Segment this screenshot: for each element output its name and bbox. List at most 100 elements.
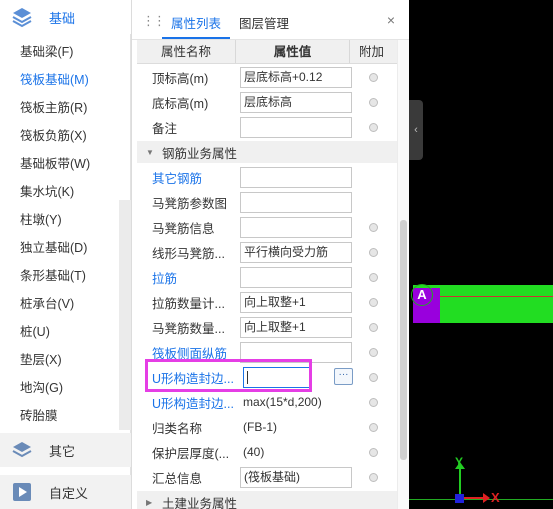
property-name-link[interactable]: U形构造封边... <box>137 393 235 412</box>
property-name-link[interactable]: 其它钢筋 <box>137 168 235 187</box>
property-name: 马凳筋数量... <box>152 322 225 336</box>
properties-panel: ⋮⋮ 属性列表 图层管理 × 属性名称 属性值 附加 顶标高(m) 层底标高+0… <box>131 0 410 509</box>
sidebar-item-pile[interactable]: 桩(U) <box>0 318 119 346</box>
ellipsis-button[interactable]: ··· <box>334 368 353 385</box>
sidebar-item-raft-negative-rebar[interactable]: 筏板负筋(X) <box>0 122 119 150</box>
property-value-field[interactable]: 平行横向受力筋 <box>240 242 352 263</box>
property-name: 备注 <box>152 122 178 136</box>
category-other[interactable]: 其它 <box>0 433 131 467</box>
property-name: 汇总信息 <box>152 472 203 486</box>
property-value-text[interactable]: (FB-1) <box>243 415 277 440</box>
property-name-link[interactable]: 拉筋 <box>137 268 235 287</box>
property-row: 汇总信息 (筏板基础) <box>137 465 397 490</box>
property-row: 拉筋数量计... 向上取整+1 <box>137 290 397 315</box>
extra-radio[interactable] <box>369 423 378 432</box>
sidebar-item-foundation-strip[interactable]: 基础板带(W) <box>0 150 119 178</box>
header-value: 属性值 <box>235 40 350 63</box>
extra-radio[interactable] <box>369 298 378 307</box>
sidebar-item-sump-pit[interactable]: 集水坑(K) <box>0 178 119 206</box>
property-value-text[interactable]: max(15*d,200) <box>243 390 322 415</box>
extra-radio[interactable] <box>369 273 378 282</box>
property-row: 其它钢筋 <box>137 165 397 190</box>
panel-scrollbar-thumb[interactable] <box>400 220 407 460</box>
extra-radio[interactable] <box>369 348 378 357</box>
sidebar-item-isolated-foundation[interactable]: 独立基础(D) <box>0 234 119 262</box>
property-value-field[interactable]: (筏板基础) <box>240 467 352 488</box>
property-row: 线形马凳筋... 平行横向受力筋 <box>137 240 397 265</box>
property-name: 底标高(m) <box>152 97 209 111</box>
group-label: 钢筋业务属性 <box>162 146 238 161</box>
close-icon[interactable]: × <box>384 13 398 28</box>
property-row: 顶标高(m) 层底标高+0.12 <box>137 65 397 90</box>
panel-tabbar: ⋮⋮ 属性列表 图层管理 × <box>132 0 410 40</box>
property-name: 线形马凳筋... <box>152 247 225 261</box>
category-basic[interactable]: 基础 <box>0 0 131 34</box>
category-other-label: 其它 <box>49 443 76 459</box>
property-value-field[interactable] <box>240 167 352 188</box>
category-custom[interactable]: 自定义 <box>0 475 131 509</box>
property-value-field[interactable] <box>240 267 352 288</box>
sidebar-item-raft-foundation[interactable]: 筏板基础(M) <box>0 66 119 94</box>
header-extra: 附加 <box>358 45 384 59</box>
property-grid: 属性名称 属性值 附加 顶标高(m) 层底标高+0.12 底标高(m) 层底标高… <box>137 40 397 509</box>
property-value-field[interactable]: 向上取整+1 <box>240 292 352 313</box>
property-row: 保护层厚度(... (40) <box>137 440 397 465</box>
extra-radio[interactable] <box>369 123 378 132</box>
property-value-field[interactable]: 层底标高 <box>240 92 352 113</box>
drawing-viewport[interactable]: ‹ A Y X <box>409 0 553 509</box>
property-value-field[interactable]: 层底标高+0.12 <box>240 67 352 88</box>
layers-icon <box>11 6 33 28</box>
property-row: 备注 <box>137 115 397 140</box>
group-rebar-properties[interactable]: ▼ 钢筋业务属性 <box>137 141 397 163</box>
sidebar-item-foundation-beam[interactable]: 基础梁(F) <box>0 38 119 66</box>
property-value-field[interactable] <box>240 117 352 138</box>
sidebar-scrollbar[interactable] <box>119 200 131 430</box>
property-name: 保护层厚度(... <box>152 447 230 461</box>
property-row: U形构造封边... max(15*d,200) <box>137 390 397 415</box>
grid-line <box>409 499 553 500</box>
header-name: 属性名称 <box>160 45 211 59</box>
property-row: 马凳筋数量... 向上取整+1 <box>137 315 397 340</box>
sidebar-item-cushion[interactable]: 垫层(X) <box>0 346 119 374</box>
sidebar-item-column-pier[interactable]: 柱墩(Y) <box>0 206 119 234</box>
sidebar-item-pile-cap[interactable]: 桩承台(V) <box>0 290 119 318</box>
collapse-panel-icon[interactable]: ‹ <box>409 100 423 160</box>
property-value-field[interactable] <box>240 217 352 238</box>
axis-y-label: Y <box>455 455 464 469</box>
property-row: 归类名称 (FB-1) <box>137 415 397 440</box>
grid-axis-label: A <box>411 284 433 306</box>
property-value-field[interactable]: 向上取整+1 <box>240 317 352 338</box>
sidebar-item-strip-foundation[interactable]: 条形基础(T) <box>0 262 119 290</box>
extra-radio[interactable] <box>369 398 378 407</box>
tab-layer-management[interactable]: 图层管理 <box>239 13 289 32</box>
annotation-highlight-box <box>145 359 312 392</box>
expand-icon[interactable]: ▶ <box>146 498 156 507</box>
extra-radio[interactable] <box>369 248 378 257</box>
extra-radio[interactable] <box>369 448 378 457</box>
group-civil-properties[interactable]: ▶ 土建业务属性 <box>137 491 397 509</box>
extra-radio[interactable] <box>369 373 378 382</box>
sidebar-item-trench[interactable]: 地沟(G) <box>0 374 119 402</box>
sidebar-item-raft-main-rebar[interactable]: 筏板主筋(R) <box>0 94 119 122</box>
property-row: 马凳筋参数图 <box>137 190 397 215</box>
extra-radio[interactable] <box>369 73 378 82</box>
property-name: 马凳筋信息 <box>152 222 215 236</box>
tab-properties[interactable]: 属性列表 <box>171 13 221 32</box>
extra-radio[interactable] <box>369 323 378 332</box>
collapse-icon[interactable]: ▼ <box>146 148 156 157</box>
stack-icon <box>11 439 33 461</box>
property-name: 归类名称 <box>152 422 203 436</box>
property-value-text[interactable]: (40) <box>243 440 264 465</box>
category-basic-label: 基础 <box>49 10 76 26</box>
drag-handle-icon[interactable]: ⋮⋮ <box>142 13 166 29</box>
component-list: 基础梁(F) 筏板基础(M) 筏板主筋(R) 筏板负筋(X) 基础板带(W) 集… <box>0 38 119 430</box>
sidebar-item-brick-mold[interactable]: 砖胎膜 <box>0 402 119 430</box>
property-value-field[interactable] <box>240 192 352 213</box>
extra-radio[interactable] <box>369 223 378 232</box>
extra-radio[interactable] <box>369 98 378 107</box>
active-tab-indicator <box>162 37 230 39</box>
extra-radio[interactable] <box>369 473 378 482</box>
property-row: 拉筋 <box>137 265 397 290</box>
property-name: 马凳筋参数图 <box>152 197 228 211</box>
property-name: 顶标高(m) <box>152 72 209 86</box>
